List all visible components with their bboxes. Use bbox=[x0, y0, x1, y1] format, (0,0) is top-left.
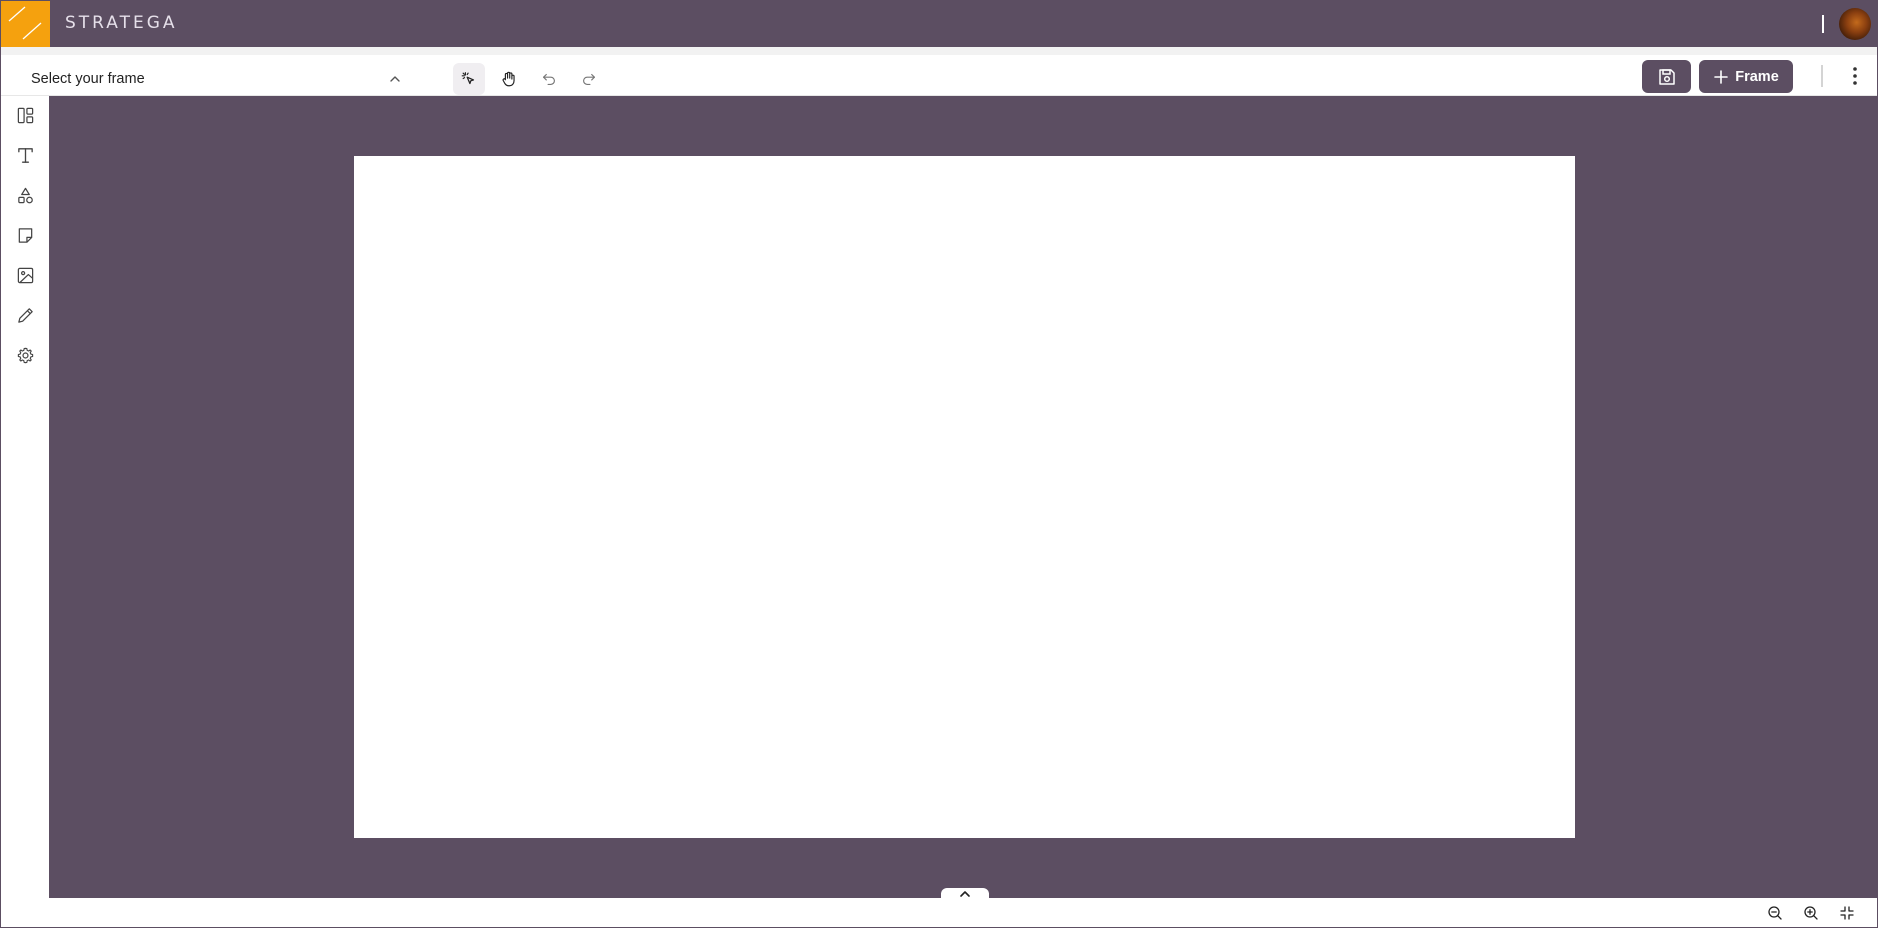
more-vertical-icon bbox=[1853, 67, 1857, 85]
chevron-up-icon bbox=[960, 891, 970, 897]
zoom-out-icon bbox=[1768, 906, 1782, 920]
zoom-out-button[interactable] bbox=[1766, 904, 1784, 922]
undo-button[interactable] bbox=[533, 63, 565, 95]
save-icon bbox=[1658, 68, 1675, 85]
avatar[interactable] bbox=[1839, 8, 1871, 40]
frame-select-label: Select your frame bbox=[31, 71, 145, 87]
editor-toolbar: Select your frame Frame bbox=[1, 47, 1877, 96]
sidebar-item-image[interactable] bbox=[11, 261, 39, 289]
app-header: STRATEGA bbox=[1, 1, 1877, 47]
zoom-in-button[interactable] bbox=[1802, 904, 1820, 922]
toolbar-divider bbox=[1821, 65, 1823, 87]
add-frame-button[interactable]: Frame bbox=[1699, 60, 1793, 93]
frame-artboard[interactable] bbox=[354, 156, 1575, 838]
image-icon bbox=[17, 267, 33, 283]
redo-button[interactable] bbox=[573, 63, 605, 95]
sidebar-item-shapes[interactable] bbox=[11, 181, 39, 209]
pointer-sparkle-icon bbox=[461, 72, 475, 85]
add-frame-label: Frame bbox=[1735, 68, 1779, 85]
pencil-icon bbox=[17, 307, 33, 323]
fit-screen-button[interactable] bbox=[1838, 904, 1856, 922]
redo-icon bbox=[583, 73, 595, 85]
layout-icon bbox=[17, 107, 33, 123]
text-icon bbox=[17, 147, 33, 163]
canvas-area[interactable] bbox=[49, 96, 1877, 900]
select-tool-button[interactable] bbox=[453, 63, 485, 95]
sidebar-item-settings[interactable] bbox=[11, 341, 39, 369]
undo-icon bbox=[543, 73, 555, 85]
frame-select[interactable]: Select your frame bbox=[31, 67, 403, 91]
zoom-in-icon bbox=[1804, 906, 1818, 920]
tool-sidebar bbox=[1, 96, 49, 898]
plus-icon bbox=[1714, 69, 1729, 84]
sidebar-item-draw[interactable] bbox=[11, 301, 39, 329]
sticky-note-icon bbox=[18, 227, 32, 243]
hand-icon bbox=[502, 71, 515, 87]
sidebar-item-text[interactable] bbox=[11, 141, 39, 169]
brand-name: STRATEGA bbox=[65, 13, 178, 33]
minimize-icon bbox=[1840, 906, 1854, 920]
save-button[interactable] bbox=[1642, 60, 1691, 93]
sidebar-item-layout[interactable] bbox=[11, 101, 39, 129]
bottom-bar bbox=[1, 898, 1877, 927]
header-divider bbox=[1822, 15, 1824, 33]
shapes-icon bbox=[17, 187, 33, 203]
sidebar-item-sticky-note[interactable] bbox=[11, 221, 39, 249]
gear-icon bbox=[17, 347, 33, 363]
app-logo[interactable] bbox=[1, 1, 50, 47]
pan-tool-button[interactable] bbox=[493, 63, 525, 95]
chevron-up-icon bbox=[390, 76, 400, 82]
more-options-button[interactable] bbox=[1843, 61, 1867, 91]
slash-logo-icon bbox=[8, 6, 42, 40]
